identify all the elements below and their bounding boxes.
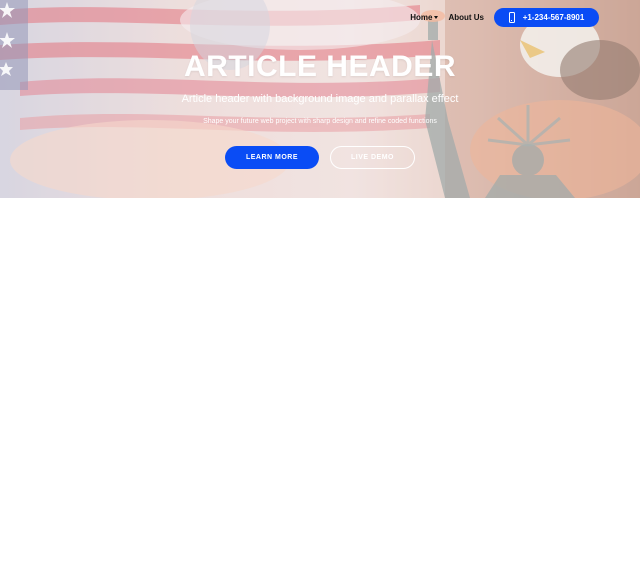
nav-about-link[interactable]: About Us <box>448 13 484 22</box>
phone-icon <box>508 11 515 23</box>
live-demo-button[interactable]: LIVE DEMO <box>330 146 415 169</box>
hero-subtitle: Article header with background image and… <box>181 93 459 105</box>
page-title: ARTICLE HEADER <box>183 50 456 83</box>
phone-button[interactable]: +1-234-567-8901 <box>494 7 599 27</box>
top-nav: Home About Us +1-234-567-8901 <box>410 7 599 27</box>
nav-home-label: Home <box>410 12 433 22</box>
learn-more-button[interactable]: LEARN MORE <box>225 146 319 169</box>
nav-home-link[interactable]: Home <box>410 12 439 22</box>
hero-tagline: Shape your future web project with sharp… <box>203 118 437 125</box>
phone-number: +1-234-567-8901 <box>522 12 585 22</box>
caret-down-icon <box>434 15 439 19</box>
